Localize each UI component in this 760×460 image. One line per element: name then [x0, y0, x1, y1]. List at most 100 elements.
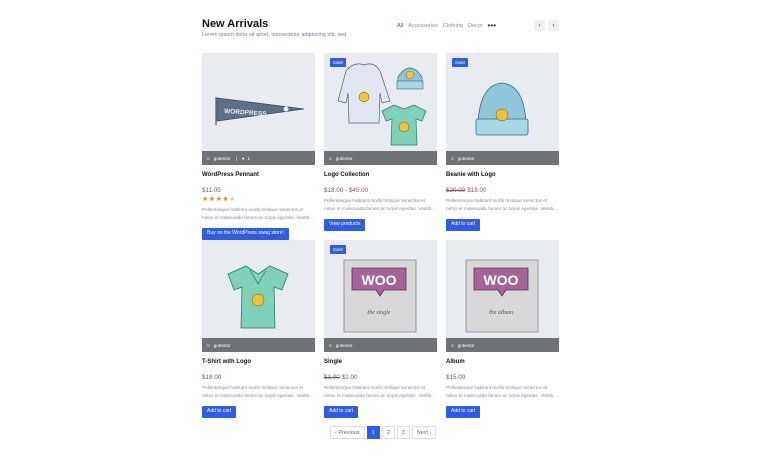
user-icon: ☺ [206, 155, 211, 161]
carousel-nav: ‹ › [534, 20, 559, 31]
star-icon: ★ [202, 196, 209, 203]
woo-subtitle: the single [367, 310, 390, 316]
author-name[interactable]: gutentor [214, 156, 231, 161]
section-header: New Arrivals Lorem ipsum dolor sit amet,… [202, 18, 559, 40]
meta-divider: | [235, 155, 237, 161]
buy-external-button[interactable]: Buy on the WordPress swag store! [202, 227, 289, 240]
prev-arrow-icon[interactable]: ‹ [534, 20, 545, 31]
product-description: netus et malesuada fames ac turpis egest… [202, 392, 313, 398]
woo-subtitle: the album [489, 310, 513, 316]
product-card: WOO the album ☺ gutentor Album $15.00 Pe… [446, 240, 559, 418]
product-name[interactable]: Single [324, 358, 437, 366]
add-to-cart-button[interactable]: Add to cart [324, 405, 359, 418]
product-name[interactable]: T-Shirt with Logo [202, 358, 315, 366]
sale-price: $18.00 [467, 187, 487, 194]
page-3-button[interactable]: 3 [396, 426, 410, 439]
sale-badge: Sale! [330, 245, 347, 254]
author-name[interactable]: gutentor [214, 343, 231, 348]
author-name[interactable]: gutentor [458, 156, 475, 161]
product-description: netus et malesuada fames ac turpis egest… [202, 214, 313, 220]
woo-logo-text: WOO [362, 272, 397, 288]
product-name[interactable]: Album [446, 358, 559, 366]
user-icon: ☺ [450, 342, 455, 348]
product-name[interactable]: Logo Collection [324, 171, 437, 179]
author-name[interactable]: gutentor [336, 156, 353, 161]
product-description: Pellentesque habitant morbi tristique se… [202, 207, 304, 212]
add-to-cart-button[interactable]: Add to cart [446, 405, 481, 418]
sale-badge: Sale! [330, 58, 347, 67]
old-price: $20.00 [446, 187, 466, 194]
product-image[interactable]: WOO the single Sale! ☺ gutentor [324, 240, 437, 352]
logo-collection-illustration [337, 63, 427, 146]
product-price: $18.00 - $45.00 [324, 187, 369, 194]
product-name[interactable]: Beanie with Logo [446, 171, 559, 179]
filter-decor[interactable]: Decor [468, 23, 483, 29]
tshirt-illustration [227, 265, 289, 329]
comment-count[interactable]: 1 [248, 156, 251, 161]
view-products-button[interactable]: View products [324, 218, 366, 231]
meta-bar: ☺ gutentor [324, 151, 437, 165]
product-price: $20.00 $18.00 [446, 187, 559, 195]
add-to-cart-button[interactable]: Add to cart [202, 405, 237, 418]
sale-price: $2.00 [341, 374, 358, 381]
product-price: $18.00 [202, 374, 222, 381]
section-title: New Arrivals [202, 18, 269, 30]
product-description: netus et malesuada fames ac turpis egest… [324, 392, 435, 398]
filter-clothing[interactable]: Clothing [443, 23, 463, 29]
category-filters: All Accessories Clothing Decor ••• [397, 23, 497, 30]
sale-badge: Sale! [452, 58, 469, 67]
product-description: Pellentesque habitant morbi tristique se… [446, 198, 548, 203]
woo-logo-text: WOO [484, 272, 519, 288]
section-subtitle: Lorem ipsum dolor sit amet, consectetur … [202, 32, 347, 38]
star-empty-icon: ★ [229, 196, 236, 203]
meta-bar: ☺ gutentor | ● 1 [202, 151, 315, 165]
product-description: netus et malesuada fames ac turpis egest… [324, 205, 435, 211]
beanie-illustration [475, 82, 529, 136]
product-price: $3.00 $2.00 [324, 374, 437, 382]
add-to-cart-button[interactable]: Add to cart [446, 218, 481, 231]
meta-bar: ☺ gutentor [202, 338, 315, 352]
user-icon: ☺ [206, 342, 211, 348]
product-name[interactable]: WordPress Pennant [202, 171, 315, 179]
product-card: ☺ gutentor T-Shirt with Logo $18.00 Pell… [202, 240, 315, 418]
star-rating: ★★★★★ [202, 196, 315, 204]
product-price: $11.05 [202, 187, 221, 194]
meta-bar: ☺ gutentor [446, 338, 559, 352]
author-name[interactable]: gutentor [336, 343, 353, 348]
meta-bar: ☺ gutentor [324, 338, 437, 352]
pennant-illustration: WORDPRESS [215, 97, 305, 125]
product-card: WOO the single Sale! ☺ gutentor Single $… [324, 240, 437, 418]
page-1-button[interactable]: 1 [366, 426, 380, 439]
filter-all[interactable]: All [397, 23, 403, 29]
product-image[interactable]: WORDPRESS ☺ gutentor | ● 1 [202, 53, 315, 165]
user-icon: ☺ [450, 155, 455, 161]
star-icon: ★ [208, 196, 216, 203]
product-card: Sale! ☺ gutentor Logo Collection $18.00 … [324, 53, 437, 231]
meta-bar: ☺ gutentor [446, 151, 559, 165]
product-description: Pellentesque habitant morbi tristique se… [324, 385, 426, 390]
next-page-button[interactable]: Next › [411, 426, 437, 439]
pagination: ‹ Previous 1 2 3 Next › [330, 426, 437, 439]
previous-page-button[interactable]: ‹ Previous [330, 426, 365, 439]
user-icon: ☺ [328, 155, 333, 161]
woo-album-illustration: WOO the album [465, 259, 539, 333]
filter-accessories[interactable]: Accessories [408, 23, 438, 29]
product-card: Sale! ☺ gutentor Beanie with Logo $20.00… [446, 53, 559, 231]
author-name[interactable]: gutentor [458, 343, 475, 348]
product-card: WORDPRESS ☺ gutentor | ● 1 WordPress Pen… [202, 53, 315, 240]
user-icon: ☺ [328, 342, 333, 348]
old-price: $3.00 [324, 374, 340, 381]
page-2-button[interactable]: 2 [381, 426, 395, 439]
woo-single-illustration: WOO the single [343, 259, 417, 333]
product-image[interactable]: ☺ gutentor [202, 240, 315, 352]
product-section: New Arrivals Lorem ipsum dolor sit amet,… [202, 18, 559, 418]
more-filters-icon[interactable]: ••• [488, 23, 497, 30]
product-description: Pellentesque habitant morbi tristique se… [324, 198, 426, 203]
product-image[interactable]: WOO the album ☺ gutentor [446, 240, 559, 352]
product-image[interactable]: Sale! ☺ gutentor [446, 53, 559, 165]
product-price: $15.00 [446, 374, 466, 381]
comment-icon: ● [241, 155, 245, 161]
next-arrow-icon[interactable]: › [548, 20, 559, 31]
product-image[interactable]: Sale! ☺ gutentor [324, 53, 437, 165]
product-description: netus et malesuada fames ac turpis egest… [446, 392, 557, 398]
